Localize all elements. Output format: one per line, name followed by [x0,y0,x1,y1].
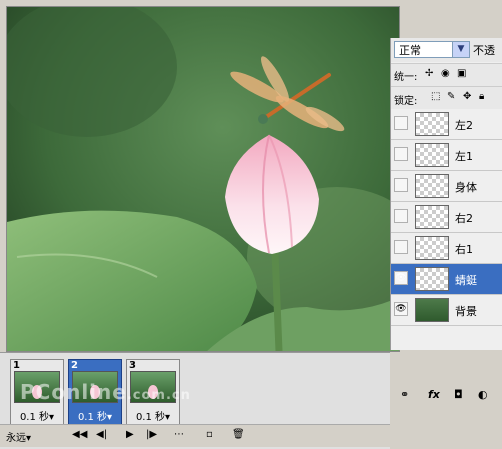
layers-panel-footer: ⚭ fx ◘ ◐ [390,382,502,410]
first-frame-icon[interactable]: ◀◀ [72,429,87,440]
layer-name: 背景 [455,305,477,318]
frame-number: 1 [13,360,20,371]
frame-delay[interactable]: 0.1 秒▾ [11,408,63,423]
layer-row[interactable]: 左2 [391,109,502,140]
frame-thumbnail [14,371,60,403]
loop-select[interactable]: 永远▾ [6,429,31,444]
layer-thumbnail [415,298,449,322]
lock-all-icon[interactable]: 🔒︎ [479,91,484,102]
link-layers-icon[interactable]: ⚭ [400,388,409,401]
lock-transparent-icon[interactable]: ⬚ [431,91,440,102]
layers-panel: 正常 ▼ 不透 统一: ✢ ◉ ▣ 锁定: ⬚ ✎ ✥ 🔒︎ 左2 左1 身体 … [390,38,502,350]
eye-icon[interactable]: 👁︎ [394,271,408,285]
layer-name: 蜻蜓 [455,274,477,287]
layer-row[interactable]: 右1 [391,233,502,264]
layer-row[interactable]: 身体 [391,171,502,202]
unify-visibility-icon[interactable]: ◉ [441,68,450,79]
visibility-toggle[interactable] [394,209,408,223]
layer-thumbnail [415,267,449,291]
new-frame-icon[interactable]: ▫ [206,429,213,440]
frame-delay[interactable]: 0.1 秒▾ [69,408,121,423]
adjustment-layer-icon[interactable]: ◐ [478,388,488,401]
lock-row: 锁定: ⬚ ✎ ✥ 🔒︎ [391,86,502,110]
chevron-down-icon[interactable]: ▼ [452,42,469,57]
visibility-toggle[interactable] [394,116,408,130]
opacity-label: 不透 [473,44,495,57]
frame-number: 2 [71,360,78,371]
prev-frame-icon[interactable]: ◀| [96,429,107,440]
layer-row-selected[interactable]: 👁︎ 蜻蜓 [391,264,502,295]
visibility-toggle[interactable] [394,147,408,161]
photoshop-window: 正常 ▼ 不透 统一: ✢ ◉ ▣ 锁定: ⬚ ✎ ✥ 🔒︎ 左2 左1 身体 … [0,0,502,449]
layer-thumbnail [415,205,449,229]
unify-position-icon[interactable]: ✢ [425,68,433,79]
frame-thumbnail [72,371,118,403]
unify-label: 统一: [394,72,418,83]
animation-frame[interactable]: 3 0.1 秒▾ [126,359,180,427]
lock-paint-brush-icon[interactable]: ✎ [447,91,455,102]
layer-thumbnail [415,236,449,260]
document-canvas[interactable] [6,6,400,352]
play-icon[interactable]: ▶ [126,429,134,440]
animation-toolbar: 永远▾ ◀◀ ◀| ▶ |▶ ⋯ ▫ 🗑︎ [0,424,390,447]
layer-thumbnail [415,112,449,136]
frame-number: 3 [129,360,136,371]
layer-thumbnail [415,143,449,167]
lotus-dragonfly-photo [7,7,399,351]
blend-mode-select[interactable]: 正常 ▼ [394,41,470,58]
tween-icon[interactable]: ⋯ [174,429,184,440]
unify-row: 统一: ✢ ◉ ▣ [391,63,502,86]
unify-style-icon[interactable]: ▣ [457,68,466,79]
animation-frame-selected[interactable]: 2 0.1 秒▾ [68,359,122,427]
add-mask-icon[interactable]: ◘ [454,388,463,401]
lock-move-icon[interactable]: ✥ [463,91,471,102]
frame-thumbnail [130,371,176,403]
blend-row: 正常 ▼ 不透 [391,38,502,62]
layer-name: 左1 [455,150,473,163]
layer-name: 右1 [455,243,473,256]
next-frame-icon[interactable]: |▶ [146,429,157,440]
visibility-toggle[interactable] [394,240,408,254]
eye-icon[interactable]: 👁︎ [394,302,408,316]
blend-mode-value: 正常 [399,44,421,57]
layer-row[interactable]: 右2 [391,202,502,233]
lock-label: 锁定: [394,96,418,107]
animation-frame[interactable]: 1 0.1 秒▾ [10,359,64,427]
fx-icon[interactable]: fx [428,388,440,401]
layer-name: 身体 [455,181,477,194]
layer-name: 右2 [455,212,473,225]
visibility-toggle[interactable] [394,178,408,192]
layer-row[interactable]: 👁︎ 背景 [391,295,502,326]
layer-name: 左2 [455,119,473,132]
layer-row[interactable]: 左1 [391,140,502,171]
layer-thumbnail [415,174,449,198]
frame-delay[interactable]: 0.1 秒▾ [127,408,179,423]
trash-icon[interactable]: 🗑︎ [232,429,245,440]
